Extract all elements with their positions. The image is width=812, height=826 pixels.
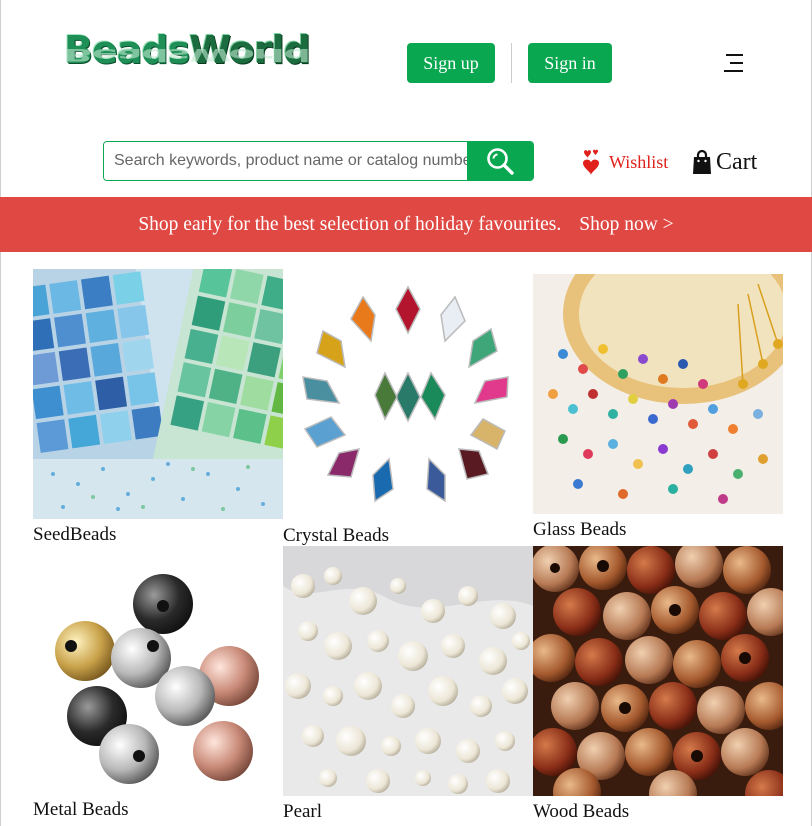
category-label: Crystal Beads [283, 525, 390, 546]
sign-in-button[interactable]: Sign in [528, 43, 612, 83]
category-label: Wood Beads [533, 801, 630, 822]
category-label: Metal Beads [33, 799, 129, 820]
logo-reflection: BeadsWorld [64, 45, 310, 65]
category-label: Pearl [283, 801, 323, 822]
glass-beads-image [533, 274, 783, 514]
cart-link[interactable]: Cart [692, 146, 757, 178]
header-divider [511, 43, 512, 83]
banner-message: Shop early for the best selection of hol… [138, 213, 562, 235]
hearts-icon [583, 149, 599, 175]
sign-up-button[interactable]: Sign up [407, 43, 495, 83]
crystal-beads-image [283, 269, 533, 519]
site-logo[interactable]: BeadsWorld BeadsWorld [64, 30, 316, 86]
hamburger-menu-icon[interactable] [722, 52, 746, 74]
promo-banner: Shop early for the best selection of hol… [0, 197, 812, 252]
search-bar [103, 141, 534, 181]
cart-label: Cart [716, 148, 758, 175]
seed-beads-image [33, 269, 283, 519]
category-label: Glass Beads [533, 519, 627, 540]
search-button[interactable] [467, 142, 533, 180]
shopping-bag-icon [693, 149, 711, 174]
search-icon [487, 148, 514, 175]
category-label: SeedBeads [33, 524, 117, 545]
wishlist-label: Wishlist [609, 151, 669, 172]
wishlist-link[interactable]: Wishlist [581, 147, 668, 177]
shop-now-link[interactable]: Shop now > [579, 214, 673, 236]
pearl-image [283, 546, 533, 796]
search-input[interactable] [104, 142, 467, 180]
wood-beads-image [533, 546, 783, 796]
metal-beads-image [33, 546, 283, 796]
